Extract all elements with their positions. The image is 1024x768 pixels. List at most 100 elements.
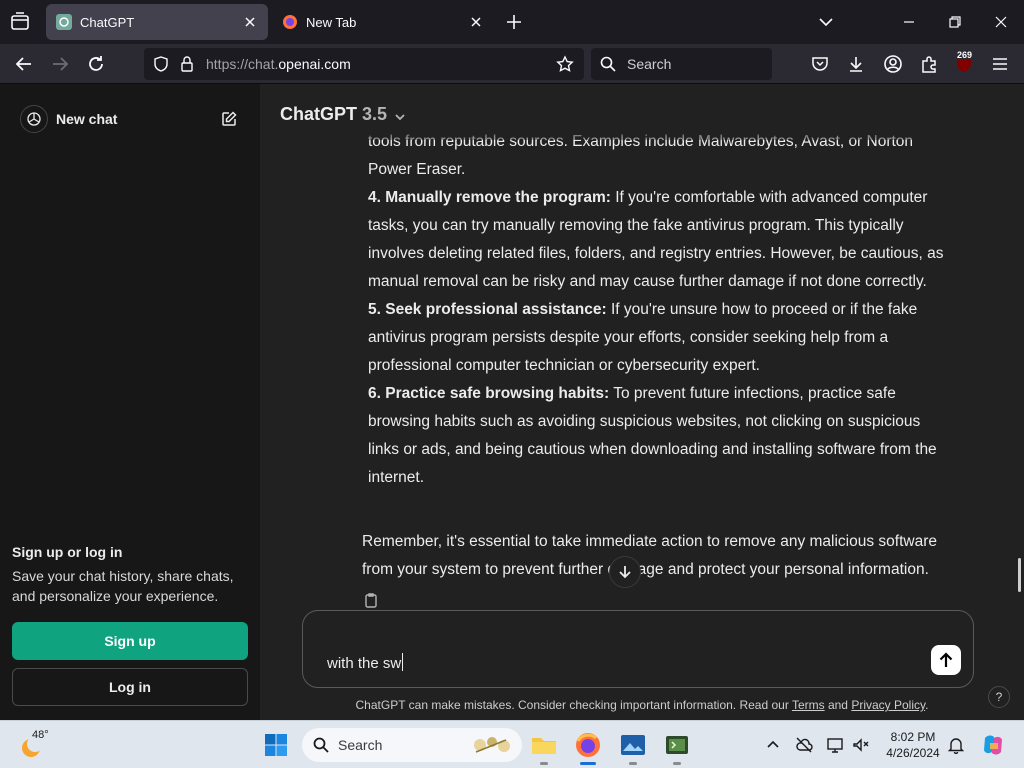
message-line: 6. Practice safe browsing habits: To pre… [368,385,896,402]
message-input-value: with the sw [327,655,402,672]
message-line: browsing habits such as avoiding suspici… [368,413,921,430]
firefox-taskbar-icon[interactable] [574,731,602,765]
close-window-icon[interactable] [989,10,1013,34]
list-all-tabs-chevron-icon[interactable] [816,12,836,32]
url-prefix: https://chat. [206,56,279,72]
message-line: antivirus program persists despite your … [368,329,889,346]
windows-start-icon[interactable] [264,733,288,757]
taskbar-search-label: Search [338,737,383,753]
search-bar[interactable]: Search [591,48,772,80]
copy-clipboard-icon[interactable] [362,591,380,609]
clock-time: 8:02 PM [890,730,936,744]
tab-chatgpt[interactable]: ChatGPT [46,4,268,40]
privacy-policy-link[interactable]: Privacy Policy [851,698,925,712]
message-line: 4. Manually remove the program: If you'r… [368,189,928,206]
chevron-up-icon[interactable] [764,736,782,754]
message-closing-line: Remember, it's essential to take immedia… [362,533,937,550]
account-icon[interactable] [883,54,903,74]
forward-arrow-icon[interactable] [48,52,72,76]
weather-widget[interactable]: 48° [18,729,58,761]
terms-link[interactable]: Terms [792,698,825,712]
clock-date: 4/26/2024 [886,746,940,760]
message-line: involves deleting related files, folders… [368,245,944,262]
model-name: ChatGPT [280,104,358,124]
search-icon [312,736,330,754]
message-line: professional computer technician or cybe… [368,357,760,374]
message-line: 5. Seek professional assistance: If you'… [368,301,918,318]
log-in-button[interactable]: Log in [12,668,248,706]
close-tab-icon[interactable] [242,14,258,30]
taskbar-search[interactable]: Search [302,728,522,762]
model-selector[interactable]: ChatGPT 3.5 [280,104,407,125]
tab-title: New Tab [306,14,357,30]
lock-icon[interactable] [178,55,196,73]
active-indicator [580,762,596,765]
model-version: 3.5 [362,104,388,124]
url-domain: openai.com [278,56,351,72]
running-indicator [540,762,548,765]
message-line: links or ads, and being cautious when do… [368,441,937,458]
chevron-down-icon [393,108,407,122]
tab-new-tab[interactable]: New Tab [272,4,494,40]
display-icon[interactable] [826,736,844,754]
firefox-view-icon[interactable] [8,10,32,34]
url-text[interactable]: https://chat.openai.com [206,56,351,72]
signup-text-line: and personalize your experience. [12,588,219,604]
extensions-puzzle-icon[interactable] [919,54,939,74]
browser-nav-bar: https://chat.openai.com Search 269 [0,44,1024,84]
scroll-to-bottom-button[interactable] [609,556,641,588]
tracking-protection-shield-icon[interactable] [152,55,170,73]
file-explorer-icon[interactable] [530,731,558,765]
terminal-app-icon[interactable] [663,731,691,765]
browser-tab-strip: ChatGPT New Tab [0,0,1024,44]
message-composer[interactable]: with the sw [302,610,974,688]
send-button[interactable] [931,645,961,675]
tab-title: ChatGPT [80,14,135,30]
notification-bell-icon[interactable] [947,736,965,755]
message-line: Power Eraser. [368,161,466,178]
url-bar[interactable]: https://chat.openai.com [144,48,584,80]
reload-icon[interactable] [84,52,108,76]
disclaimer: ChatGPT can make mistakes. Consider chec… [260,698,1024,712]
temperature: 48° [32,729,49,741]
hamburger-menu-icon[interactable] [990,54,1010,74]
copilot-icon[interactable] [980,732,1006,758]
taskbar: 48° Search 8:02 PM 4/26/2024 [0,720,1024,768]
cloud-offline-icon[interactable] [795,736,813,754]
compose-edit-icon[interactable] [220,110,238,128]
chatgpt-favicon-icon [56,14,72,30]
new-tab-plus-icon[interactable] [504,12,524,32]
downloads-icon[interactable] [846,54,866,74]
message-input[interactable]: with the sw [327,653,404,672]
running-indicator [629,762,637,765]
photo-app-icon[interactable] [619,731,647,765]
signup-prompt: Sign up or log in Save your chat history… [12,544,248,606]
scrollbar-thumb[interactable] [1018,558,1021,592]
message-closing-line: from your system to prevent further dama… [362,561,929,578]
sign-up-button[interactable]: Sign up [12,622,248,660]
signup-heading: Sign up or log in [12,544,123,560]
bookmark-star-icon[interactable] [556,55,574,73]
new-chat-label: New chat [56,111,118,127]
sidebar: New chat Sign up or log in Save your cha… [0,84,260,720]
new-chat-button[interactable]: New chat [12,100,248,138]
disclaimer-dot: . [925,698,929,712]
back-arrow-icon[interactable] [12,52,36,76]
help-button[interactable]: ? [988,686,1010,708]
minimize-icon[interactable] [897,10,921,34]
chat-main: tools from reputable sources. Examples i… [260,84,1024,720]
signup-description: Save your chat history, share chats, and… [12,566,248,606]
pocket-icon[interactable] [810,54,830,74]
message-line: manual removal can be risky and may caus… [368,273,927,290]
arrow-down-icon [619,566,631,579]
message-line: tasks, you can try manually removing the… [368,217,904,234]
openai-logo-icon [20,105,48,133]
network-volume-icon[interactable] [852,736,870,754]
restore-icon[interactable] [943,10,967,34]
search-placeholder: Search [627,56,672,72]
disclaimer-and: and [824,698,852,712]
close-tab-icon[interactable] [468,14,484,30]
running-indicator [673,762,681,765]
system-clock[interactable]: 8:02 PM 4/26/2024 [880,729,946,761]
signup-text-line: Save your chat history, share chats, [12,568,234,584]
